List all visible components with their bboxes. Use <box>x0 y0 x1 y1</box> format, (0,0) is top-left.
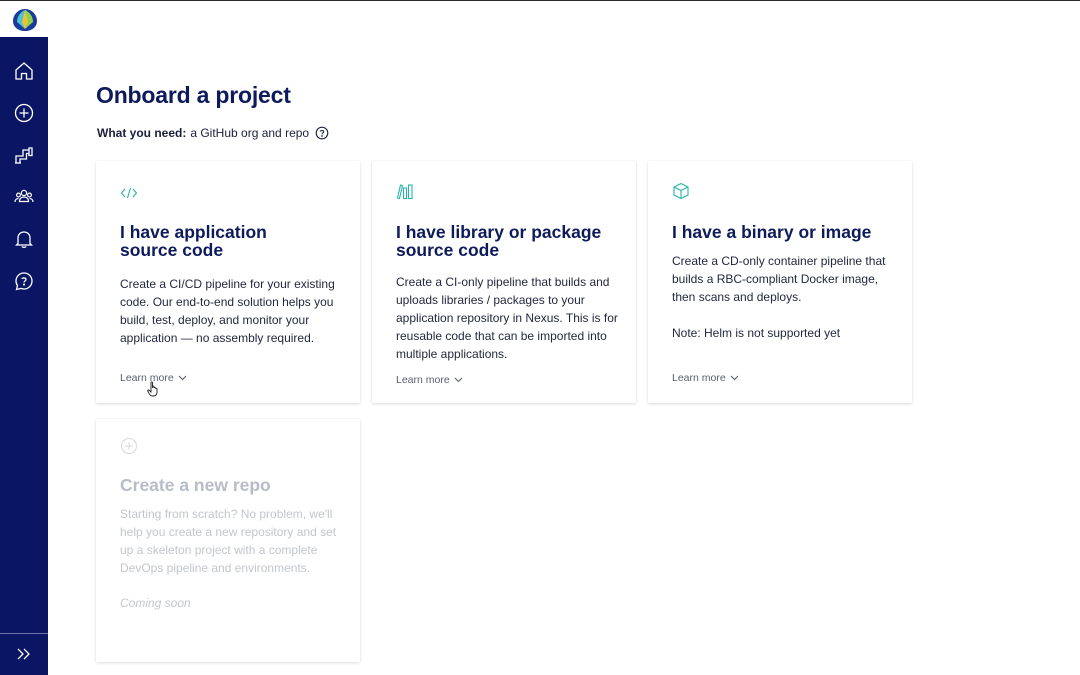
sidebar-item-support[interactable] <box>12 269 36 293</box>
card-description: Create a CI/CD pipeline for your existin… <box>120 277 335 345</box>
card-library-package[interactable]: I have library or package source code Cre… <box>372 161 636 403</box>
chevrons-right-icon <box>17 648 30 660</box>
requirements-line: What you need: a GitHub org and repo <box>97 126 329 140</box>
plus-circle-icon <box>14 103 34 123</box>
code-icon <box>120 187 138 199</box>
card-description: Create a CI-only pipeline that builds an… <box>396 275 618 361</box>
app-logo[interactable] <box>12 8 38 32</box>
users-icon <box>14 189 34 203</box>
card-application-source[interactable]: I have application source code Create a C… <box>96 161 360 403</box>
card-note: Note: Helm is not supported yet <box>672 326 841 340</box>
sidebar-item-notifications[interactable] <box>12 227 36 251</box>
home-icon <box>15 62 33 80</box>
sidebar-item-home[interactable] <box>12 59 36 83</box>
sidebar-expand-button[interactable] <box>12 643 36 665</box>
pipeline-icon <box>15 147 33 164</box>
requirements-value: a GitHub org and repo <box>190 126 310 140</box>
card-binary-image[interactable]: I have a binary or image Create a CD-onl… <box>648 161 912 403</box>
card-title: I have a binary or image <box>672 222 872 242</box>
learn-more-label: Learn more <box>396 374 450 386</box>
box-icon <box>673 182 689 200</box>
chevron-down-icon <box>178 375 187 381</box>
plus-circle-icon <box>120 437 138 455</box>
card-title: Create a new repo <box>120 475 271 495</box>
card-title: I have library or package source code <box>396 222 602 260</box>
hand-cursor-icon <box>147 381 158 397</box>
card-description: Create a CD-only container pipeline that… <box>672 254 886 304</box>
sidebar-divider <box>0 633 48 634</box>
bell-icon <box>14 231 34 248</box>
page-title: Onboard a project <box>96 82 291 108</box>
help-chat-icon <box>15 272 33 291</box>
chevron-down-icon <box>454 377 463 383</box>
chevron-down-icon <box>730 375 739 381</box>
card-description: Starting from scratch? No problem, we'll… <box>120 507 337 575</box>
card-title: I have application source code <box>120 222 267 260</box>
sidebar <box>0 37 48 675</box>
card-create-new-repo: Create a new repo Starting from scratch?… <box>96 419 360 662</box>
requirements-label: What you need: <box>97 126 187 140</box>
coming-soon-label: Coming soon <box>120 596 191 610</box>
top-bar <box>0 0 1080 37</box>
question-icon[interactable] <box>315 126 329 140</box>
learn-more-button[interactable]: Learn more <box>672 372 739 384</box>
sidebar-item-pipelines[interactable] <box>12 143 36 167</box>
sidebar-item-create[interactable] <box>12 101 36 125</box>
learn-more-button[interactable]: Learn more <box>396 374 463 386</box>
sidebar-item-teams[interactable] <box>12 185 36 209</box>
learn-more-label: Learn more <box>672 372 726 384</box>
library-icon <box>396 184 413 200</box>
